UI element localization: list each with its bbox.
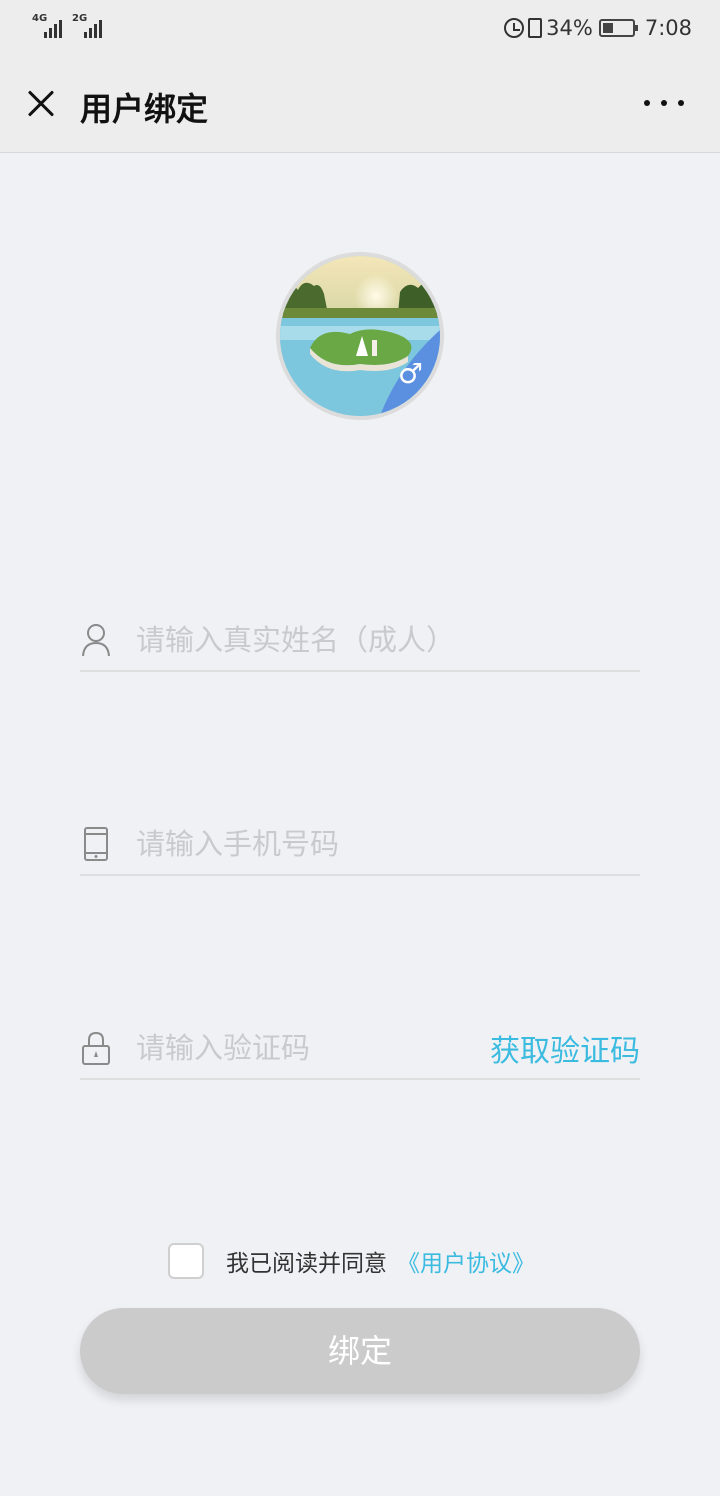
phone-field (80, 816, 640, 876)
agreement-text: 我已阅读并同意 (226, 1251, 387, 1277)
battery-percent: 34% (546, 16, 593, 40)
code-field: 获取验证码 (80, 1020, 640, 1080)
verification-code-input[interactable] (136, 1020, 436, 1076)
lock-icon (82, 1031, 110, 1065)
page-title: 用户绑定 (80, 90, 209, 128)
nav-bar: 用户绑定 (0, 56, 720, 153)
close-icon[interactable] (22, 86, 58, 122)
name-field (80, 612, 640, 672)
user-icon (82, 624, 110, 657)
phone-input[interactable] (136, 816, 516, 872)
battery-icon (598, 19, 638, 37)
agreement-checkbox[interactable] (168, 1243, 204, 1279)
male-gender-icon: ♂ (398, 357, 424, 390)
alarm-icon (504, 18, 525, 38)
bind-button[interactable]: 绑定 (80, 1308, 640, 1394)
status-bar: 4G 2G 34% 7:08 (0, 0, 720, 56)
get-code-button[interactable]: 获取验证码 (490, 1026, 640, 1070)
more-options-icon[interactable] (644, 100, 684, 110)
user-agreement-link[interactable]: 《用户协议》 (397, 1244, 535, 1278)
vibrate-icon (528, 18, 543, 38)
avatar: ♂ (276, 252, 444, 420)
phone-icon (84, 827, 108, 861)
name-input[interactable] (136, 612, 516, 668)
clock-time: 7:08 (644, 16, 692, 40)
agreement-row: 我已阅读并同意 《用户协议》 (168, 1242, 535, 1280)
